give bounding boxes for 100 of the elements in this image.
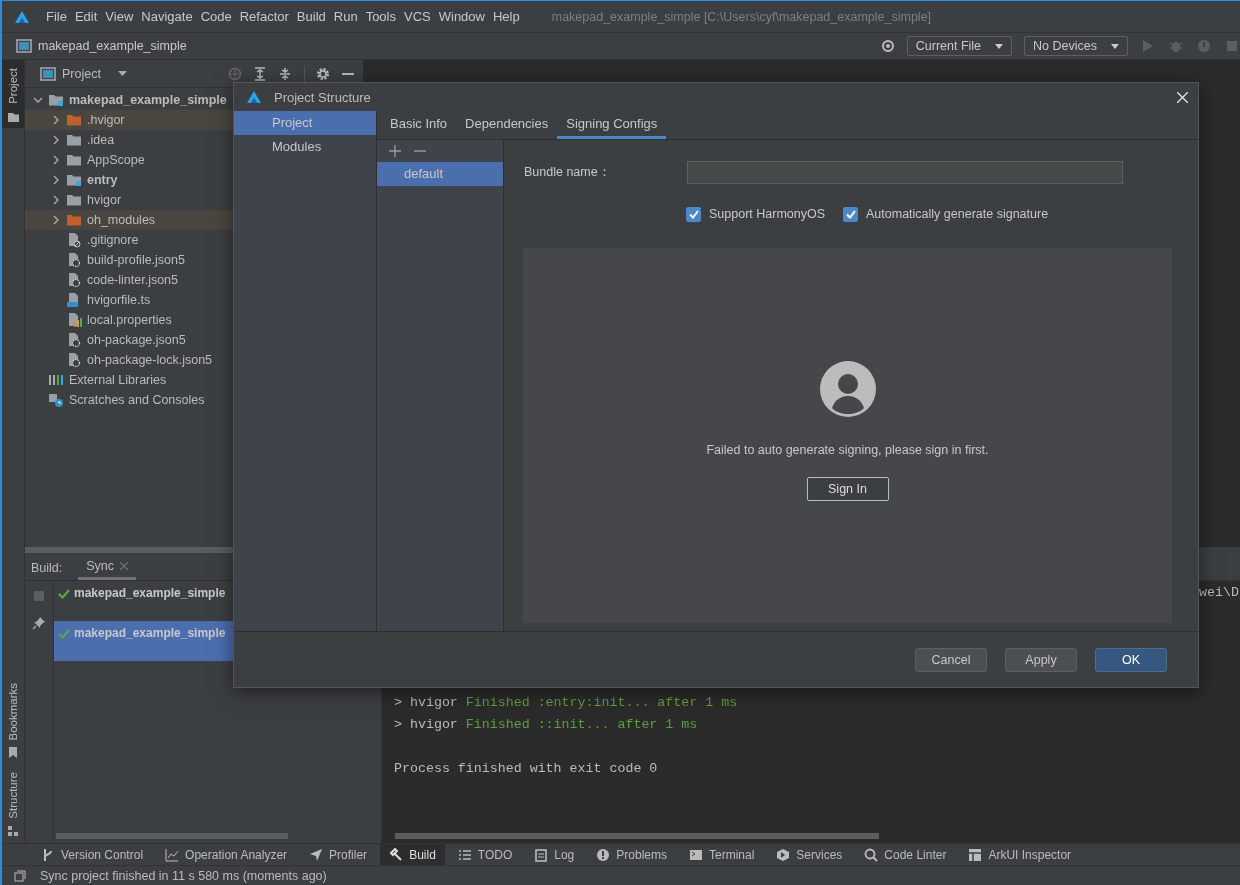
device-dropdown[interactable]: No Devices [1024, 36, 1128, 56]
module-folder-icon [66, 172, 82, 188]
menu-item[interactable]: Help [488, 7, 524, 26]
file-icon [66, 272, 82, 288]
tool-window-tab[interactable]: Version Control [32, 844, 153, 865]
tree-item[interactable]: local.properties [25, 310, 363, 330]
chevron-icon[interactable] [51, 155, 61, 165]
menu-item[interactable]: Navigate [137, 7, 197, 26]
dialog-button[interactable]: Cancel [915, 647, 987, 672]
folder-icon [66, 212, 82, 228]
tree-item[interactable]: External Libraries [25, 370, 363, 390]
checkbox[interactable] [686, 206, 701, 222]
module-folder-icon [48, 92, 64, 108]
caret-icon [117, 71, 127, 76]
nav-item[interactable]: Project [234, 111, 376, 135]
list-item[interactable]: default [377, 162, 503, 186]
panel-title: Build: [31, 560, 63, 575]
tree-item[interactable]: hvigor [25, 190, 363, 210]
tool-window-tab[interactable]: Code Linter [855, 844, 956, 865]
expand-all-icon[interactable] [253, 66, 267, 81]
tool-window-tab[interactable]: Build [380, 844, 445, 865]
folder-icon [66, 152, 82, 168]
checkbox-label[interactable]: Automatically generate signature [866, 207, 1049, 221]
chevron-icon[interactable] [51, 135, 61, 145]
tool-window-tab[interactable]: Terminal [680, 844, 764, 865]
scrollbar[interactable] [395, 833, 879, 839]
menu-item[interactable]: Window [434, 7, 489, 26]
run-config-dropdown[interactable]: Current File [906, 36, 1013, 56]
structure-icon [7, 825, 19, 837]
menu-item[interactable]: Run [329, 7, 362, 26]
tool-window-tab[interactable]: Log [525, 844, 584, 865]
app-logo-icon [246, 90, 262, 104]
chevron-icon[interactable] [51, 175, 61, 185]
sign-in-button[interactable]: Sign In [806, 476, 889, 501]
menu-item[interactable]: VCS [400, 7, 435, 26]
tool-window-tab[interactable]: ArkUI Inspector [959, 844, 1081, 865]
scratches-icon [48, 392, 64, 408]
menu-item[interactable]: Refactor [235, 7, 293, 26]
tree-item[interactable]: build-profile.json5 [25, 250, 363, 270]
tree-item[interactable]: Scratches and Consoles [25, 390, 363, 410]
tab[interactable]: Dependencies [456, 111, 558, 139]
clipboard-icon [534, 847, 549, 862]
tab[interactable]: Signing Configs [557, 111, 667, 139]
layout-icon [968, 847, 983, 862]
console-line: > hvigor Finished ::init... after 1 ms [394, 716, 699, 734]
collapse-all-icon[interactable] [278, 66, 292, 81]
chevron-icon[interactable] [51, 215, 61, 225]
tool-window-tab[interactable]: Project [2, 60, 24, 128]
tool-window-tab[interactable]: TODO [448, 844, 522, 865]
settings-icon[interactable] [316, 66, 330, 81]
menu-item[interactable]: View [101, 7, 138, 26]
tool-window-tab[interactable]: Problems [587, 844, 676, 865]
branch-icon [41, 847, 55, 862]
build-tree-item[interactable]: makepad_example_simple [54, 581, 381, 621]
tab[interactable]: Sync [78, 555, 137, 580]
view-selector[interactable]: Project [62, 66, 127, 81]
tool-window-tab[interactable]: Operation Analyzer [156, 844, 297, 865]
scrollbar[interactable] [56, 833, 288, 839]
project-icon [16, 39, 32, 53]
caret-icon [995, 43, 1004, 49]
scrollbar[interactable] [25, 547, 233, 553]
checkbox[interactable] [843, 206, 859, 222]
tree-item[interactable]: entry [25, 170, 363, 190]
magnifier-icon [864, 847, 879, 862]
field-label: Bundle name： [523, 163, 612, 181]
tree-item[interactable]: code-linter.json5 [25, 270, 363, 290]
tab[interactable]: Basic Info [381, 111, 457, 139]
tool-window-tab[interactable]: Bookmarks [2, 674, 24, 765]
target-icon[interactable] [880, 39, 895, 53]
tree-item[interactable]: hvigorfile.ts [25, 290, 363, 310]
tool-window-tab[interactable]: Structure [2, 764, 24, 843]
menu-item[interactable]: Build [292, 7, 330, 26]
menu-item[interactable]: Code [196, 7, 236, 26]
tree-item[interactable]: .gitignore [25, 230, 363, 250]
chevron-icon[interactable] [33, 95, 43, 105]
chevron-icon[interactable] [51, 195, 61, 205]
breadcrumb[interactable]: makepad_example_simple [38, 39, 187, 53]
ok-button[interactable]: OK [1095, 647, 1167, 672]
input-field[interactable] [687, 160, 1123, 184]
app-logo-icon [14, 9, 30, 24]
tool-window-tab[interactable]: Services [767, 844, 852, 865]
menu-item[interactable]: File [42, 7, 71, 26]
avatar-icon [819, 360, 876, 417]
file-icon [66, 232, 82, 248]
chevron-icon[interactable] [51, 115, 61, 125]
hammer-icon [389, 847, 404, 862]
list-icon [457, 847, 472, 862]
pin-icon[interactable] [32, 616, 46, 630]
project-icon [40, 66, 56, 81]
dialog-button[interactable]: Apply [1005, 647, 1077, 672]
checkbox-label[interactable]: Support HarmonyOS [709, 207, 826, 221]
menu-item[interactable]: Tools [361, 7, 400, 26]
hexagon-icon [776, 847, 791, 862]
add-icon[interactable] [389, 145, 401, 157]
tree-item[interactable]: oh-package.json5 [25, 330, 363, 350]
bookmark-icon [7, 746, 19, 759]
menu-item[interactable]: Edit [70, 7, 102, 26]
tree-item[interactable]: oh-package-lock.json5 [25, 350, 363, 370]
window-icon[interactable] [14, 869, 26, 882]
tool-window-tab[interactable]: Profiler [300, 844, 377, 865]
